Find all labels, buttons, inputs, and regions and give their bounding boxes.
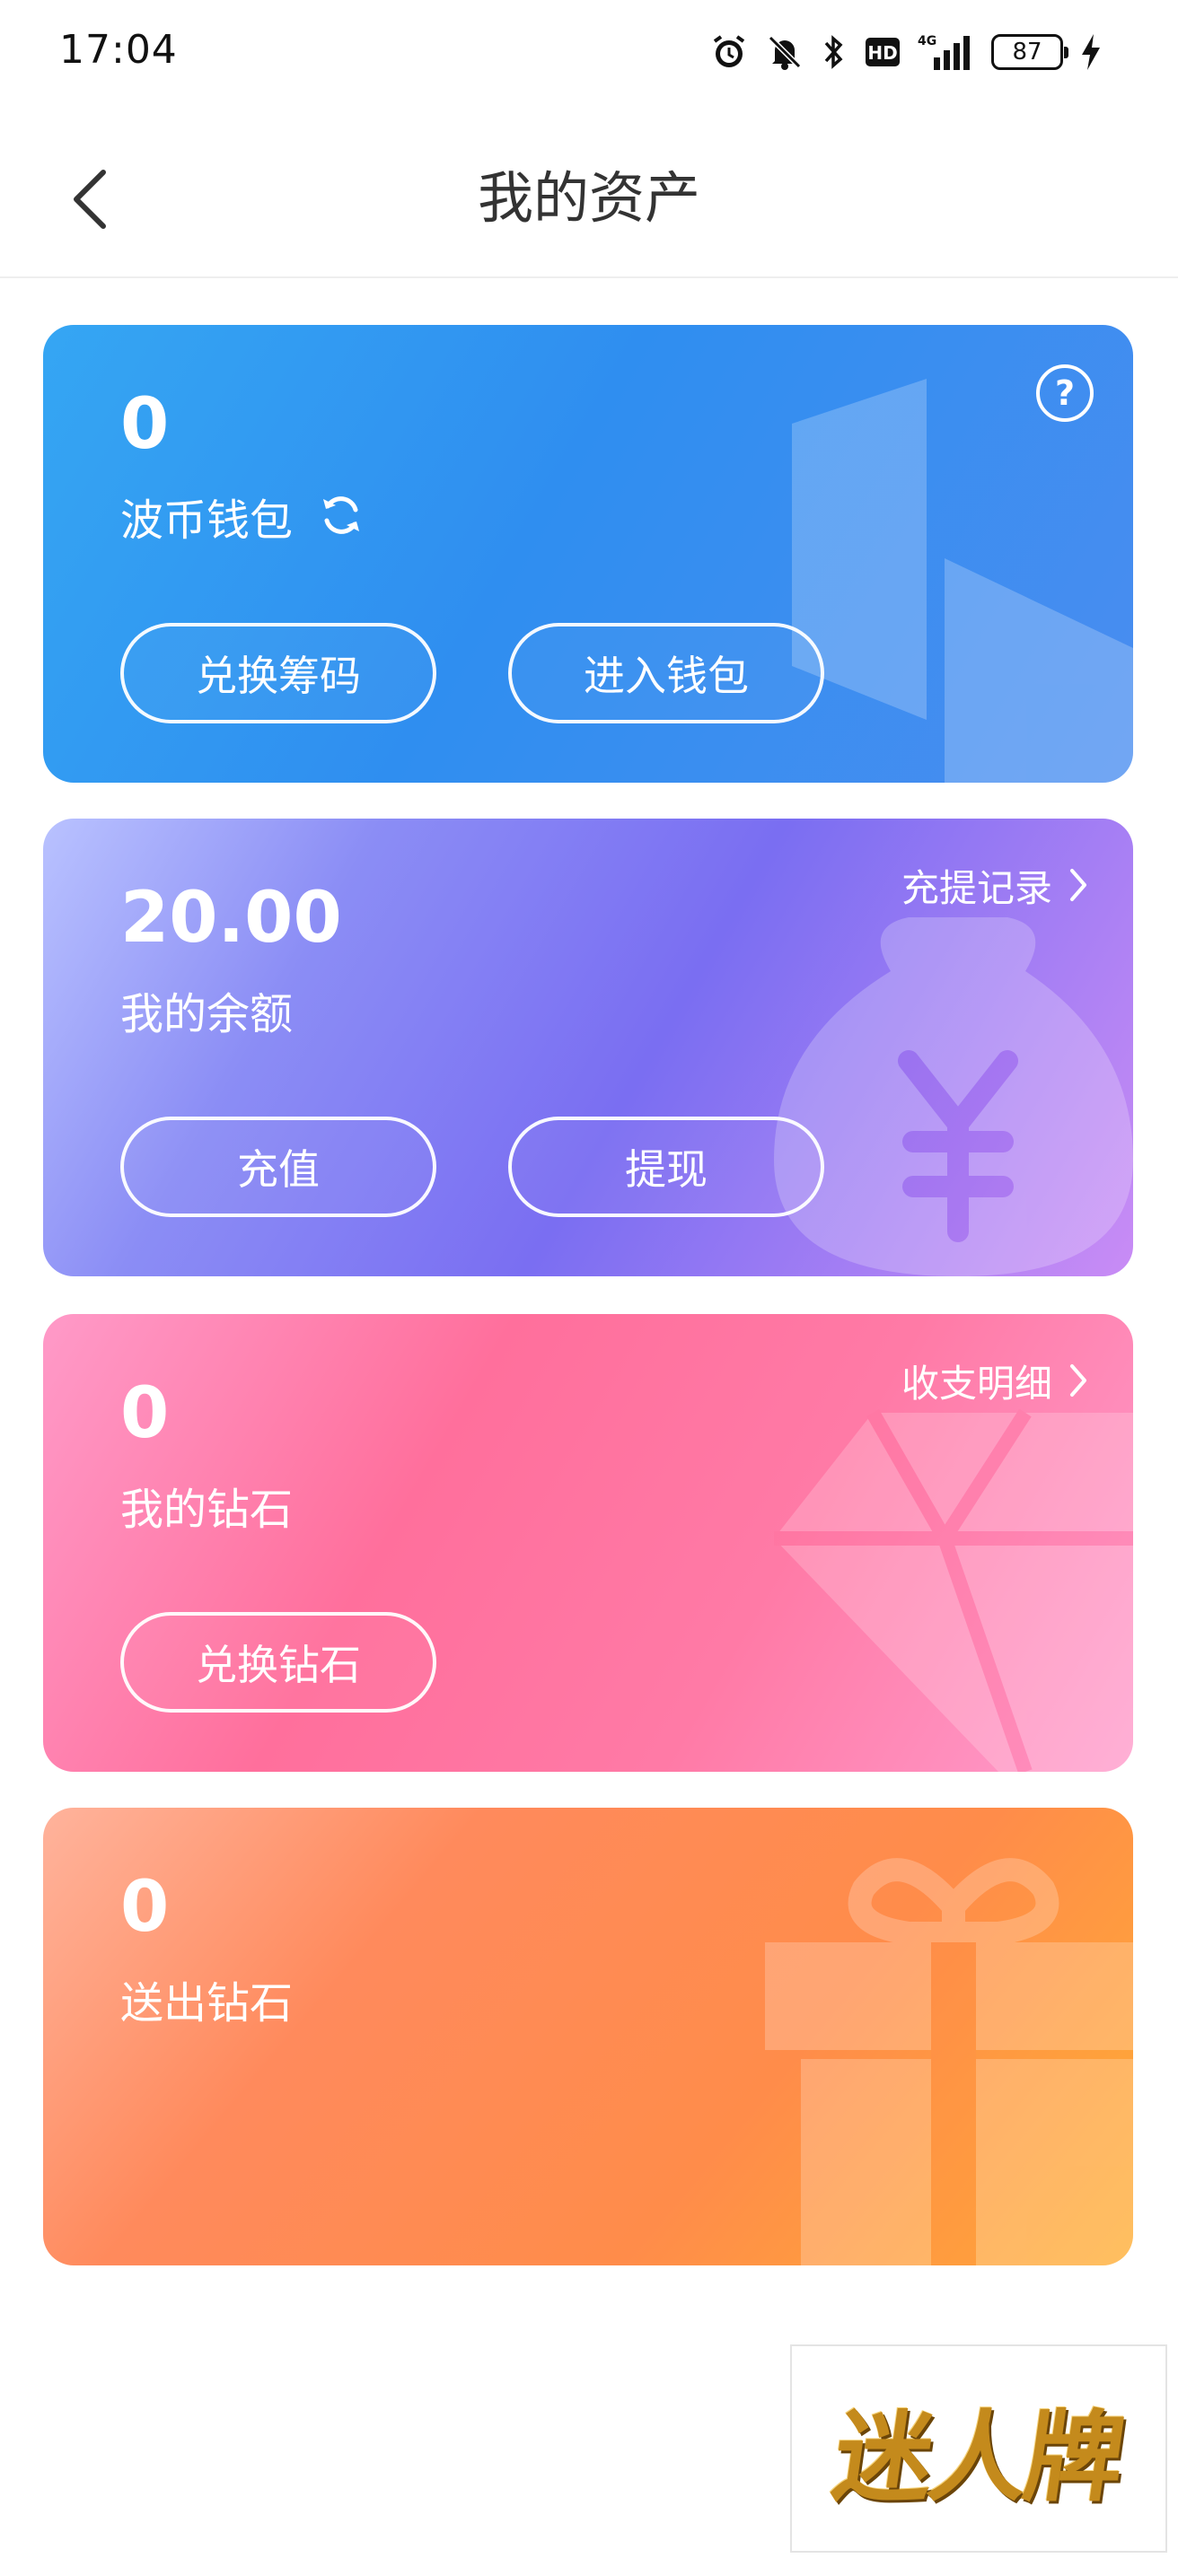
balance-label: 我的余额 (120, 989, 294, 1039)
refresh-icon[interactable] (316, 490, 366, 540)
withdraw-button[interactable]: 提现 (508, 1117, 824, 1217)
gift-card: 0 送出钻石 (43, 1808, 1133, 2265)
record-link-label: 充提记录 (901, 865, 1052, 910)
income-expense-detail-link[interactable]: 收支明细 (901, 1354, 1088, 1407)
chevron-right-icon (1070, 869, 1086, 901)
charging-icon (1079, 32, 1103, 72)
gifted-diamond-label: 送出钻石 (120, 1978, 294, 2028)
gifted-diamond-value: 0 (120, 1867, 170, 1948)
recharge-withdraw-record-link[interactable]: 充提记录 (901, 858, 1088, 912)
page-title: 我的资产 (477, 165, 700, 231)
battery-icon: 87 (991, 34, 1068, 70)
wallet-label: 波币钱包 (120, 495, 294, 546)
help-icon[interactable]: ? (1036, 364, 1094, 422)
balance-card: 充提记录 20.00 我的余额 充值 提现 (43, 819, 1133, 1276)
diamond-label: 我的钻石 (120, 1485, 294, 1535)
exchange-diamonds-button[interactable]: 兑换钻石 (120, 1612, 436, 1713)
recharge-button[interactable]: 充值 (120, 1117, 436, 1217)
status-icons: HD 4G 87 (709, 29, 1103, 75)
svg-text:HD: HD (867, 42, 897, 64)
balance-value: 20.00 (120, 878, 342, 959)
battery-level: 87 (1012, 39, 1042, 66)
status-time: 17:04 (59, 27, 178, 73)
watermark: 迷人牌 (790, 2344, 1167, 2553)
gift-decoration-icon (765, 1858, 1133, 2265)
header: 我的资产 (0, 108, 1178, 278)
diamond-value: 0 (120, 1373, 170, 1454)
detail-link-label: 收支明细 (901, 1361, 1052, 1406)
wallet-card: ? 0 波币钱包 兑换筹码 进入钱包 (43, 325, 1133, 783)
diamond-card: 收支明细 0 我的钻石 兑换钻石 (43, 1314, 1133, 1772)
status-bar: 17:04 HD 4G 87 (0, 0, 1178, 108)
signal-icon: 4G (918, 32, 975, 72)
wallet-value: 0 (120, 384, 170, 465)
enter-wallet-button[interactable]: 进入钱包 (508, 623, 824, 723)
alarm-icon (709, 32, 749, 72)
exchange-chips-button[interactable]: 兑换筹码 (120, 623, 436, 723)
watermark-text: 迷人牌 (826, 2399, 1129, 2515)
chevron-right-icon (1070, 1364, 1086, 1397)
network-label: 4G (918, 34, 936, 48)
bluetooth-icon (821, 32, 848, 72)
hd-icon: HD (864, 34, 901, 70)
bell-off-icon (765, 32, 804, 72)
